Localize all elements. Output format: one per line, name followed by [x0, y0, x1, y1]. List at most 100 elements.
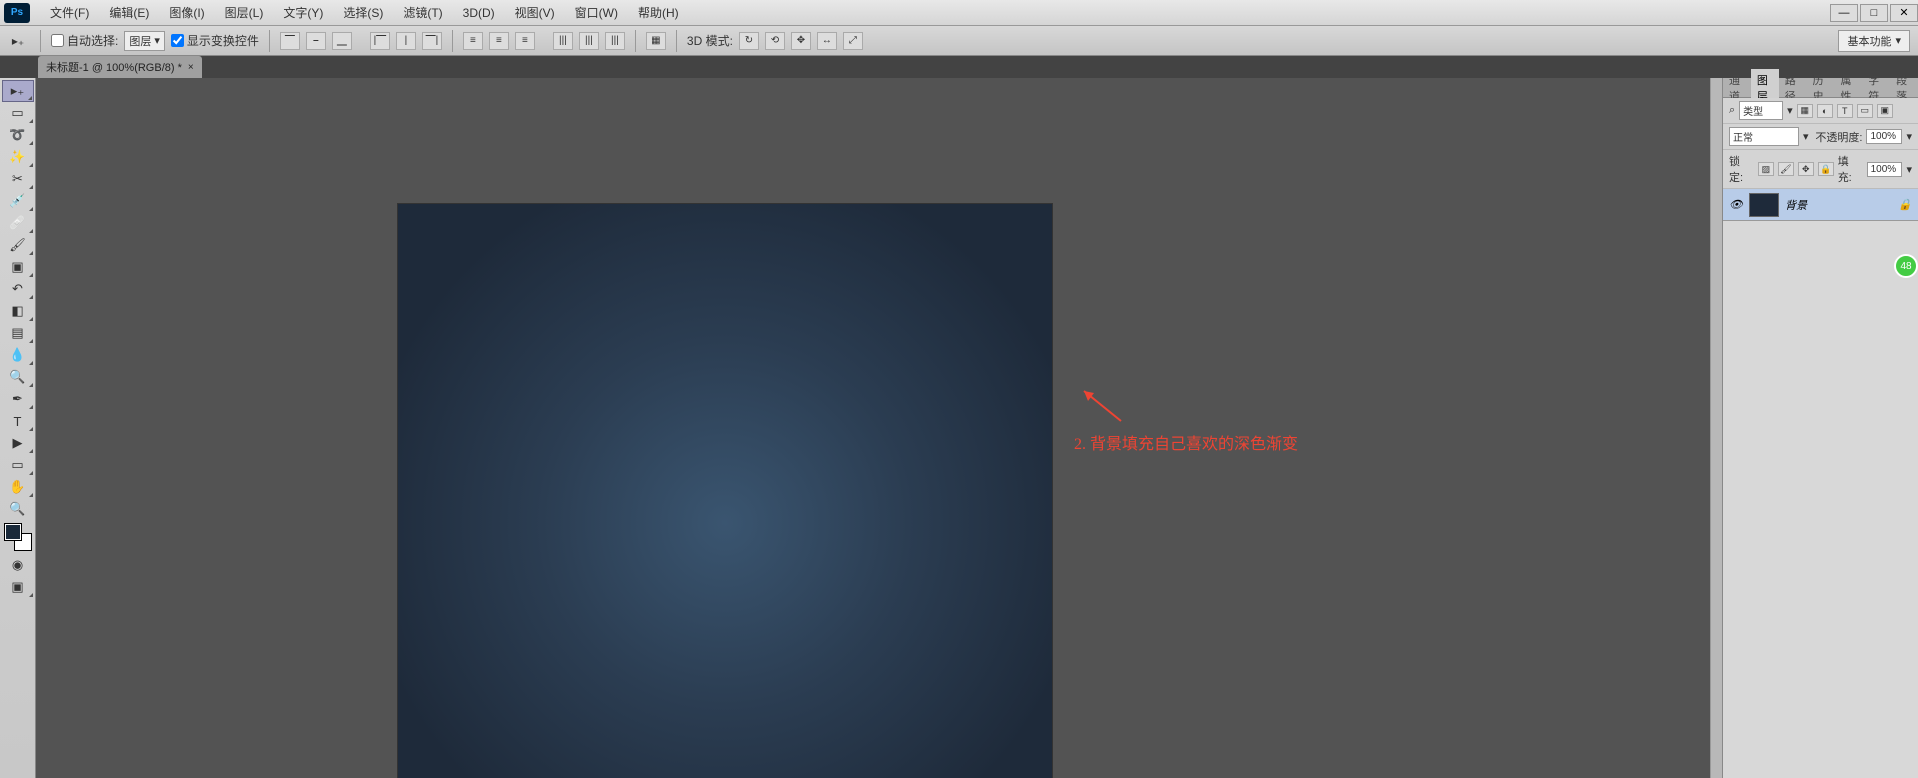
- 3d-roll-button[interactable]: ⟲: [765, 32, 785, 50]
- filter-adjust-icon[interactable]: ◐: [1817, 104, 1833, 118]
- layer-thumbnail[interactable]: [1749, 193, 1779, 217]
- close-button[interactable]: ✕: [1890, 4, 1918, 22]
- lock-fill-row: 锁定: ▨ 🖌 ✥ 🔒 填充: 100% ▾: [1723, 150, 1918, 189]
- align-top-button[interactable]: ⎺: [280, 32, 300, 50]
- visibility-toggle-icon[interactable]: 👁: [1729, 198, 1743, 212]
- menu-filter[interactable]: 滤镜(T): [393, 4, 452, 21]
- lock-all-icon[interactable]: 🔒: [1818, 162, 1834, 176]
- blur-tool[interactable]: 💧: [2, 344, 34, 366]
- auto-select-target[interactable]: 图层▾: [124, 31, 165, 51]
- maximize-button[interactable]: □: [1860, 4, 1888, 22]
- close-tab-icon[interactable]: ×: [188, 62, 194, 73]
- blend-mode-select[interactable]: 正常: [1729, 127, 1799, 146]
- auto-select-label: 自动选择:: [67, 32, 118, 49]
- layer-item-background[interactable]: 👁 背景 🔒: [1723, 189, 1918, 221]
- lock-pixels-icon[interactable]: 🖌: [1778, 162, 1794, 176]
- move-tool[interactable]: ▸₊: [2, 80, 34, 102]
- lock-icon: 🔒: [1898, 198, 1912, 211]
- lasso-tool[interactable]: ➰: [2, 124, 34, 146]
- auto-select-input[interactable]: [51, 34, 64, 47]
- distribute-top-button[interactable]: ≡: [463, 32, 483, 50]
- auto-select-checkbox[interactable]: 自动选择:: [51, 32, 118, 49]
- blend-opacity-row: 正常 ▾ 不透明度: 100% ▾: [1723, 124, 1918, 150]
- color-swatches[interactable]: [5, 524, 31, 550]
- 3d-pan-button[interactable]: ✥: [791, 32, 811, 50]
- eyedropper-tool[interactable]: 💉: [2, 190, 34, 212]
- marquee-tool[interactable]: ▭: [2, 102, 34, 124]
- hand-tool[interactable]: ✋: [2, 476, 34, 498]
- floating-badge[interactable]: 48: [1894, 254, 1918, 278]
- screen-mode-toggle[interactable]: ▣: [2, 576, 34, 598]
- type-tool[interactable]: T: [2, 410, 34, 432]
- kind-filter-select[interactable]: 类型: [1739, 101, 1783, 120]
- lock-position-icon[interactable]: ✥: [1798, 162, 1814, 176]
- menu-file[interactable]: 文件(F): [40, 4, 99, 21]
- menu-layer[interactable]: 图层(L): [215, 4, 274, 21]
- distribute-vcenter-button[interactable]: ≡: [489, 32, 509, 50]
- menu-view[interactable]: 视图(V): [505, 4, 565, 21]
- annotation-arrow-icon: [1076, 386, 1126, 426]
- distribute-right-button[interactable]: |||: [605, 32, 625, 50]
- shape-tool[interactable]: ▭: [2, 454, 34, 476]
- 3d-orbit-button[interactable]: ↻: [739, 32, 759, 50]
- menu-window[interactable]: 窗口(W): [565, 4, 628, 21]
- collapsed-panel-strip[interactable]: [1710, 78, 1722, 778]
- zoom-tool[interactable]: 🔍: [2, 498, 34, 520]
- filter-shape-icon[interactable]: ▭: [1857, 104, 1873, 118]
- brush-tool[interactable]: 🖌: [2, 234, 34, 256]
- minimize-button[interactable]: —: [1830, 4, 1858, 22]
- menu-3d[interactable]: 3D(D): [453, 6, 505, 20]
- path-selection-tool[interactable]: ▶: [2, 432, 34, 454]
- gradient-tool[interactable]: ▤: [2, 322, 34, 344]
- foreground-color-swatch[interactable]: [5, 524, 21, 540]
- menu-bar: Ps 文件(F) 编辑(E) 图像(I) 图层(L) 文字(Y) 选择(S) 滤…: [0, 0, 1918, 26]
- show-transform-input[interactable]: [171, 34, 184, 47]
- show-transform-checkbox[interactable]: 显示变换控件: [171, 32, 259, 49]
- lock-transparency-icon[interactable]: ▨: [1758, 162, 1774, 176]
- chevron-down-icon: ▾: [1906, 130, 1912, 143]
- auto-align-button[interactable]: ▦: [646, 32, 666, 50]
- document-tab[interactable]: 未标题-1 @ 100%(RGB/8) * ×: [38, 56, 202, 78]
- layer-name: 背景: [1785, 197, 1807, 213]
- menu-image[interactable]: 图像(I): [159, 4, 214, 21]
- clone-stamp-tool[interactable]: ▣: [2, 256, 34, 278]
- 3d-scale-button[interactable]: ⤢: [843, 32, 863, 50]
- app-logo: Ps: [4, 3, 30, 23]
- dodge-tool[interactable]: 🔍: [2, 366, 34, 388]
- history-brush-tool[interactable]: ↶: [2, 278, 34, 300]
- show-transform-label: 显示变换控件: [187, 32, 259, 49]
- layer-filter-row: ⌕ 类型 ▾ ▦ ◐ T ▭ ▣: [1723, 98, 1918, 124]
- filter-type-icon[interactable]: T: [1837, 104, 1853, 118]
- eraser-tool[interactable]: ◧: [2, 300, 34, 322]
- right-panels: 通道 图层 路径 历史 属性 字符 段落 ⌕ 类型 ▾ ▦ ◐ T ▭ ▣ 正常…: [1722, 78, 1918, 778]
- chevron-down-icon: ▾: [1787, 104, 1793, 117]
- align-hcenter-button[interactable]: |: [396, 32, 416, 50]
- toolbox: ▸₊ ▭ ➰ ✨ ✂ 💉 🩹 🖌 ▣ ↶ ◧ ▤ 💧 🔍 ✒ T ▶ ▭ ✋ 🔍…: [0, 78, 36, 778]
- canvas-area[interactable]: 2. 背景填充自己喜欢的深色渐变: [36, 78, 1722, 778]
- filter-smart-icon[interactable]: ▣: [1877, 104, 1893, 118]
- crop-tool[interactable]: ✂: [2, 168, 34, 190]
- menu-type[interactable]: 文字(Y): [273, 4, 333, 21]
- fill-label: 填充:: [1838, 153, 1863, 185]
- menu-select[interactable]: 选择(S): [333, 4, 393, 21]
- document-canvas[interactable]: [398, 204, 1052, 778]
- distribute-hcenter-button[interactable]: |||: [579, 32, 599, 50]
- distribute-left-button[interactable]: |||: [553, 32, 573, 50]
- healing-brush-tool[interactable]: 🩹: [2, 212, 34, 234]
- menu-edit[interactable]: 编辑(E): [99, 4, 159, 21]
- 3d-slide-button[interactable]: ↔: [817, 32, 837, 50]
- menu-help[interactable]: 帮助(H): [628, 4, 689, 21]
- distribute-bottom-button[interactable]: ≡: [515, 32, 535, 50]
- opacity-input[interactable]: 100%: [1866, 129, 1902, 144]
- document-tab-bar: 未标题-1 @ 100%(RGB/8) * ×: [0, 56, 1918, 78]
- workspace-selector[interactable]: 基本功能▾: [1838, 30, 1910, 52]
- quick-mask-toggle[interactable]: ◉: [2, 554, 34, 576]
- pen-tool[interactable]: ✒: [2, 388, 34, 410]
- filter-pixel-icon[interactable]: ▦: [1797, 104, 1813, 118]
- magic-wand-tool[interactable]: ✨: [2, 146, 34, 168]
- align-left-button[interactable]: |⎺: [370, 32, 390, 50]
- align-bottom-button[interactable]: ⎽: [332, 32, 352, 50]
- align-vcenter-button[interactable]: ⎯: [306, 32, 326, 50]
- fill-input[interactable]: 100%: [1867, 162, 1903, 177]
- align-right-button[interactable]: ⎺|: [422, 32, 442, 50]
